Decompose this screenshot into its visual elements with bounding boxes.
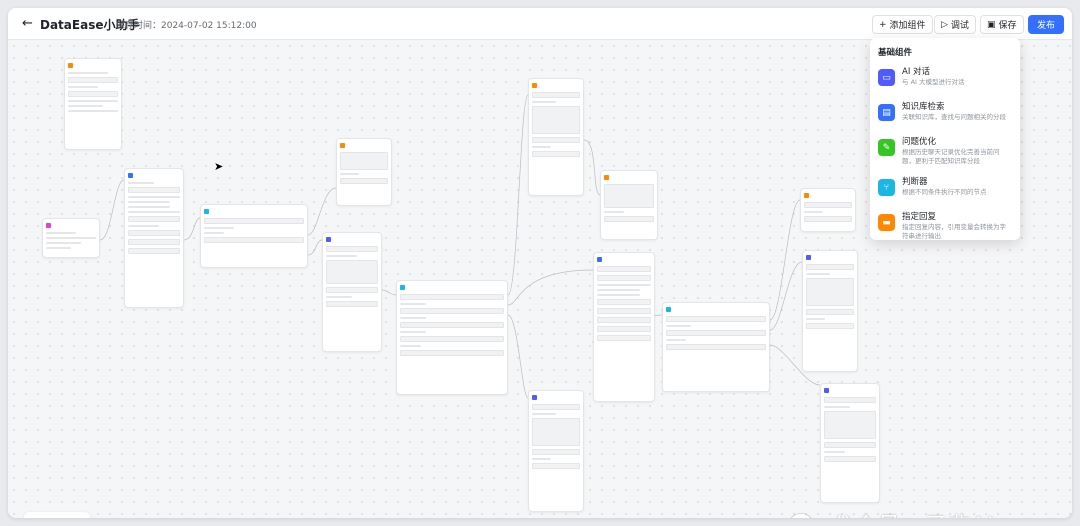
node-ai-chat-5[interactable] [820,383,880,503]
menu-item-ai-chat[interactable]: ▭ AI 对话与 AI 大模型进行对话 [878,67,1012,102]
node-reply[interactable] [336,138,392,206]
menu-item-knowledge-search[interactable]: ▤ 知识库检索 关联知识库，查找与问题相关的分段 [878,102,1012,137]
menu-item-question-optimize[interactable]: ✎ 问题优化 根据历史聊天记录优化完善当前问题，更利于匹配知识库分段 [878,137,1012,177]
reply-icon [604,175,609,180]
branch-icon: ⑂ [878,179,895,196]
components-menu: 基础组件 ▭ AI 对话与 AI 大模型进行对话 ▤ 知识库检索 关联知识库，查找… [870,38,1020,240]
node-reply-2[interactable] [600,170,658,240]
plus-icon: + [879,19,887,30]
node-start[interactable] [42,218,100,258]
menu-item-reply[interactable]: ▬ 指定回复 指定回复内容，引用变量会转换为字符串进行输出 [878,212,1012,247]
node-ai-chat-2[interactable] [528,78,584,196]
components-menu-heading: 基础组件 [878,48,913,58]
node-knowledge-search-2[interactable] [593,252,655,402]
node-knowledge-search[interactable] [124,168,184,308]
node-condition-2[interactable] [396,280,508,395]
node-ai-chat-3[interactable] [528,390,584,512]
node-condition[interactable] [200,204,308,268]
reply-icon [804,193,809,198]
arrow-left-icon[interactable]: ← [22,16,33,31]
node-condition-3[interactable] [662,302,770,392]
mouse-cursor-icon: ➤ [214,160,224,173]
branch-icon [666,307,671,312]
knowledge-icon [128,173,133,178]
chat-icon [326,237,331,242]
chat-icon: ▭ [878,69,895,86]
chat-icon [824,388,829,393]
node-ai-chat[interactable] [322,232,382,352]
chat-icon [532,83,537,88]
watermark: 公众号 · 子非AI [788,508,995,518]
node-note[interactable] [64,58,122,150]
node-ai-chat-4[interactable] [802,250,858,372]
publish-button[interactable]: 发布 [1028,15,1065,34]
branch-icon [400,285,405,290]
chat-icon [806,255,811,260]
branch-icon [204,209,209,214]
start-icon [46,223,51,228]
save-icon: ▣ [987,19,996,30]
node-reply-3[interactable] [800,188,856,232]
reply-icon: ▬ [878,214,895,231]
save-time: 保存时间：2024-07-02 15:12:00 [116,21,257,31]
optimize-icon: ✎ [878,139,895,156]
knowledge-icon [597,257,602,262]
debug-button[interactable]: ▷ 调试 [934,15,976,34]
play-icon: ▷ [941,19,948,30]
menu-item-condition[interactable]: ⑂ 判断器 根据不同条件执行不同的节点 [878,177,1012,212]
zoom-controls: ⊖ ⊕ ⛶ [24,512,90,518]
save-button[interactable]: ▣ 保存 [980,15,1024,34]
app-window: ← DataEase小助手 保存时间：2024-07-02 15:12:00 +… [8,8,1072,518]
note-icon [68,63,73,68]
add-component-button[interactable]: + 添加组件 [872,15,933,34]
wechat-icon [790,513,812,518]
top-bar: ← DataEase小助手 保存时间：2024-07-02 15:12:00 +… [8,8,1072,40]
reply-icon [340,143,345,148]
watermark-text: 公众号 · 子非AI [832,508,995,518]
knowledge-icon: ▤ [878,104,895,121]
chat-icon [532,395,537,400]
